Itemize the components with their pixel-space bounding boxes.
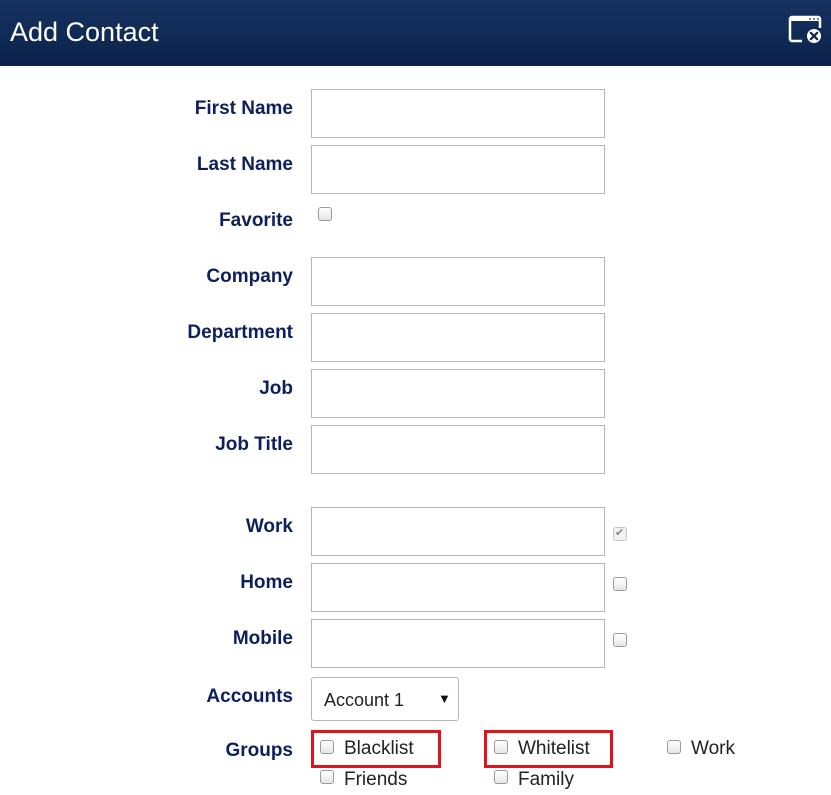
- first-name-input[interactable]: [311, 89, 605, 138]
- group-work-checkbox[interactable]: [667, 740, 681, 754]
- group-family-checkbox[interactable]: [494, 770, 508, 784]
- home-phone-input[interactable]: [311, 563, 605, 612]
- mobile-phone-input[interactable]: [311, 619, 605, 668]
- job-title-input[interactable]: [311, 425, 605, 474]
- home-phone-label: Home: [240, 572, 293, 593]
- work-phone-label: Work: [245, 516, 293, 537]
- home-phone-primary-checkbox[interactable]: [613, 577, 627, 591]
- group-work-label: Work: [691, 738, 735, 759]
- last-name-label: Last Name: [196, 154, 293, 175]
- job-label: Job: [259, 378, 293, 399]
- groups-label: Groups: [225, 740, 293, 761]
- accounts-selected-value: Account 1: [324, 690, 405, 710]
- mobile-phone-label: Mobile: [232, 628, 293, 649]
- favorite-checkbox[interactable]: [318, 207, 332, 221]
- group-blacklist-label: Blacklist: [344, 738, 414, 759]
- favorite-label: Favorite: [219, 210, 293, 231]
- job-input[interactable]: [311, 369, 605, 418]
- dialog-titlebar: Add Contact: [0, 0, 831, 66]
- dialog-title: Add Contact: [10, 17, 159, 47]
- dropdown-arrow-icon: ▼: [438, 691, 451, 706]
- company-input[interactable]: [311, 257, 605, 306]
- group-family-label: Family: [518, 769, 574, 790]
- accounts-select[interactable]: Account 1 ▼: [311, 677, 459, 721]
- mobile-phone-primary-checkbox[interactable]: [613, 633, 627, 647]
- work-phone-primary-checkbox[interactable]: ✔: [613, 527, 627, 541]
- last-name-input[interactable]: [311, 145, 605, 194]
- group-friends-label: Friends: [344, 769, 408, 790]
- department-input[interactable]: [311, 313, 605, 362]
- checkmark-icon: ✔: [615, 527, 625, 539]
- first-name-label: First Name: [194, 98, 293, 119]
- department-label: Department: [187, 322, 293, 343]
- accounts-label: Accounts: [206, 686, 293, 707]
- work-phone-input[interactable]: [311, 507, 605, 556]
- job-title-label: Job Title: [215, 434, 293, 455]
- group-whitelist-checkbox[interactable]: [494, 740, 508, 754]
- window-close-icon: [788, 15, 824, 44]
- group-blacklist-checkbox[interactable]: [320, 740, 334, 754]
- group-whitelist-label: Whitelist: [518, 738, 590, 759]
- company-label: Company: [206, 266, 293, 287]
- close-button[interactable]: [788, 14, 824, 44]
- group-friends-checkbox[interactable]: [320, 770, 334, 784]
